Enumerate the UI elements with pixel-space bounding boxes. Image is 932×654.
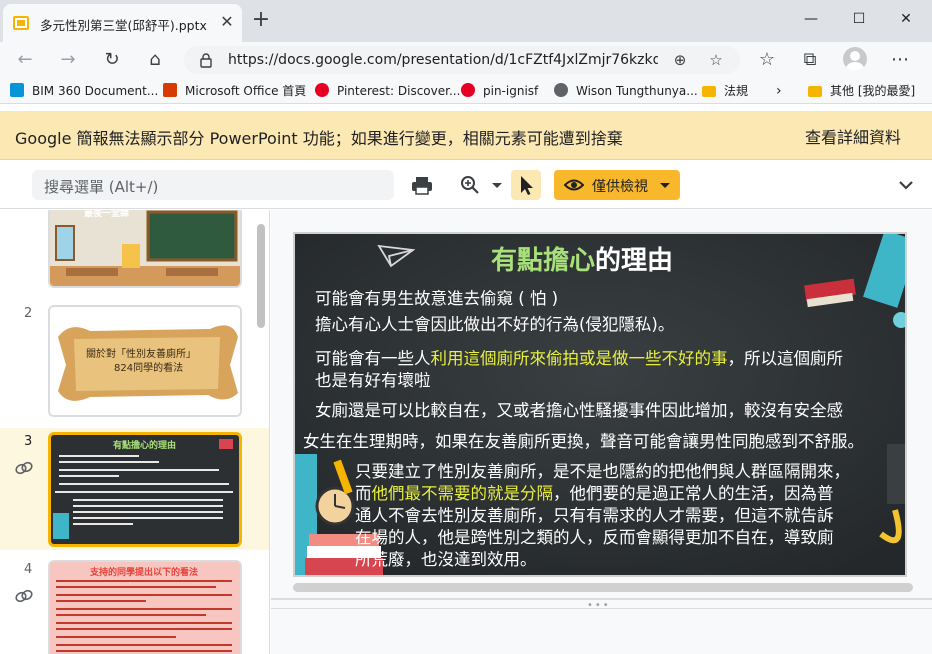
slide-line-2: 擔心有心人士會因此做出不好的行為(侵犯隱私)。 [315,315,675,334]
url-text[interactable]: https://docs.google.com/presentation/d/1… [228,52,658,68]
zoom-dropdown-chevron-down-icon[interactable] [492,183,502,188]
pinterest-icon [315,83,329,97]
zoom-icon[interactable] [457,172,483,198]
view-only-label: 僅供檢視 [592,179,648,195]
current-slide: 有點擔心的理由 可能會有男生故意進去偷窺 ( 怕 ) 擔心有心人士會因此做出不好… [293,232,907,577]
folder-icon [808,86,822,97]
browser-tab[interactable]: 多元性別第三堂(邱舒平).pptx - G ✕ [3,4,242,42]
bookmark-folder-other[interactable]: 其他 [我的最愛] [808,82,915,100]
wordpress-icon [554,83,568,97]
forward-icon[interactable]: → [55,47,81,73]
more-menu-icon[interactable]: ⋯ [887,47,913,73]
thumb1-caption: 最後一堂課 [84,210,130,219]
slide-stage: 有點擔心的理由 可能會有男生故意進去偷窺 ( 怕 ) 擔心有心人士會因此做出不好… [271,210,932,654]
print-icon[interactable] [409,172,435,198]
bookmark-wison[interactable]: Wison Tungthunya... [554,82,698,100]
view-only-button[interactable]: 僅供檢視 [554,170,680,200]
collapse-toolbar-chevron-icon[interactable] [896,175,916,195]
resize-handle-icon[interactable]: ••• [587,600,611,611]
bookmarks-overflow-chevron-icon[interactable]: › [776,82,782,100]
bookmark-bim360[interactable]: BIM 360 Document... [10,82,158,100]
slide-line-10: 在場的人，他是跨性別之類的人，反而會顯得更加不自在，導致廁 [355,528,834,547]
search-menu-placeholder: 搜尋選單 (Alt+/) [44,178,159,196]
slides-toolbar: 搜尋選單 (Alt+/) 僅供檢視 [0,161,932,209]
minimize-button[interactable]: — [796,6,826,32]
stage-horizontal-scrollbar[interactable] [293,583,913,592]
slide-number-4: 4 [24,562,33,577]
linked-object-icon[interactable] [14,460,34,476]
tab-title: 多元性別第三堂(邱舒平).pptx - G [40,18,210,33]
tab-close-icon[interactable]: ✕ [217,12,237,32]
address-bar[interactable]: https://docs.google.com/presentation/d/1… [184,46,740,74]
browser-toolbar: ← → ↻ ⌂ https://docs.google.com/presenta… [0,42,932,78]
slide-filmstrip: 最後一堂課 2 關於對「性別友善廁所」 824同學的看法 3 有點擔心的理由 4… [0,210,270,654]
folder-icon [702,86,716,97]
slides-favicon-icon [13,16,29,30]
banner-message: Google 簡報無法顯示部分 PowerPoint 功能；如果進行變更，相關元… [15,129,623,148]
slide3-text-lines-graphic [53,439,233,539]
filmstrip-scrollbar[interactable] [257,224,265,328]
bookmark-microsoft-office[interactable]: Microsoft Office 首頁 [163,82,306,100]
slide-number-2: 2 [24,306,33,321]
lock-icon[interactable] [198,52,214,68]
zoom-icon[interactable]: ⊕ [670,50,690,70]
slide-line-8: 而他們最不需要的就是分隔，他們要的是過正常人的生活，因為普 [355,484,834,503]
compatibility-banner: Google 簡報無法顯示部分 PowerPoint 功能；如果進行變更，相關元… [0,111,932,160]
linked-object-icon[interactable] [14,588,34,604]
chevron-down-icon [660,183,670,188]
bookmarks-bar: BIM 360 Document... Microsoft Office 首頁 … [0,78,932,104]
slide-title-rest: 的理由 [595,246,674,276]
profile-avatar[interactable] [843,47,867,71]
slide-title: 有點擔心的理由 [491,240,673,277]
slide-line-1: 可能會有男生故意進去偷窺 ( 怕 ) [315,289,559,308]
view-details-link[interactable]: 查看詳細資料 [805,124,901,148]
cursor-icon [521,176,533,195]
slide-line-5: 女廁還是可以比較自在，又或者擔心性騷擾事件因此增加，較沒有安全感 [315,401,843,420]
bookmark-pinterest[interactable]: Pinterest: Discover... [315,82,460,100]
slide-thumbnail-4[interactable]: 支持的同學提出以下的看法 [48,560,242,654]
office-icon [163,83,177,97]
add-favorite-icon[interactable]: ☆ [706,50,726,70]
favorites-icon[interactable]: ☆ [754,47,780,73]
search-menu-input[interactable]: 搜尋選單 (Alt+/) [32,170,394,200]
reload-icon[interactable]: ↻ [99,47,125,73]
slide-thumbnail-2[interactable]: 關於對「性別友善廁所」 824同學的看法 [48,305,242,417]
close-window-button[interactable]: ✕ [891,6,921,32]
slide-line-3: 可能會有一些人利用這個廁所來偷拍或是做一些不好的事，所以這個廁所 [315,349,843,368]
eye-icon [564,179,584,191]
slide-line-6: 女生在生理期時，如果在友善廁所更換，聲音可能會讓男性同胞感到不舒服。 [303,432,864,451]
maximize-button[interactable]: ☐ [844,6,874,32]
speaker-notes-area [271,608,932,609]
bookmark-folder-regulations[interactable]: 法規 [702,82,748,100]
slide-number-3: 3 [24,434,33,449]
slide-thumbnail-1[interactable]: 最後一堂課 [48,210,242,288]
select-tool-button[interactable] [511,170,541,200]
bookmark-pin-ignisf[interactable]: pin-ignisf [461,82,538,100]
collections-icon[interactable]: ⧉ [797,47,823,73]
slide-line-4: 也是有好有壞啦 [315,371,431,390]
slide-line-9: 通人不會去性別友善廁所，只有有需求的人才需要，但這不就告訴 [355,506,834,525]
browser-tab-strip: 多元性別第三堂(邱舒平).pptx - G ✕ + — ☐ ✕ [0,0,932,42]
slide-thumbnail-3-selected[interactable]: 有點擔心的理由 [48,432,242,547]
slide-line-11: 所荒廢，也沒達到效用。 [355,550,537,569]
pinterest-icon [461,83,475,97]
slide-line-7: 只要建立了性別友善廁所，是不是也隱約的把他們與人群區隔開來， [355,462,850,481]
slide4-text-lines-graphic [56,580,232,652]
thumb2-caption-line2: 824同學的看法 [114,363,184,374]
back-icon[interactable]: ← [12,47,38,73]
bim360-icon [10,83,24,97]
new-tab-button[interactable]: + [250,9,272,31]
classroom-thumbnail-image [50,210,240,286]
slide-title-highlight: 有點擔心 [491,246,596,276]
thumb2-caption-line1: 關於對「性別友善廁所」 [86,349,196,360]
home-icon[interactable]: ⌂ [142,47,168,73]
